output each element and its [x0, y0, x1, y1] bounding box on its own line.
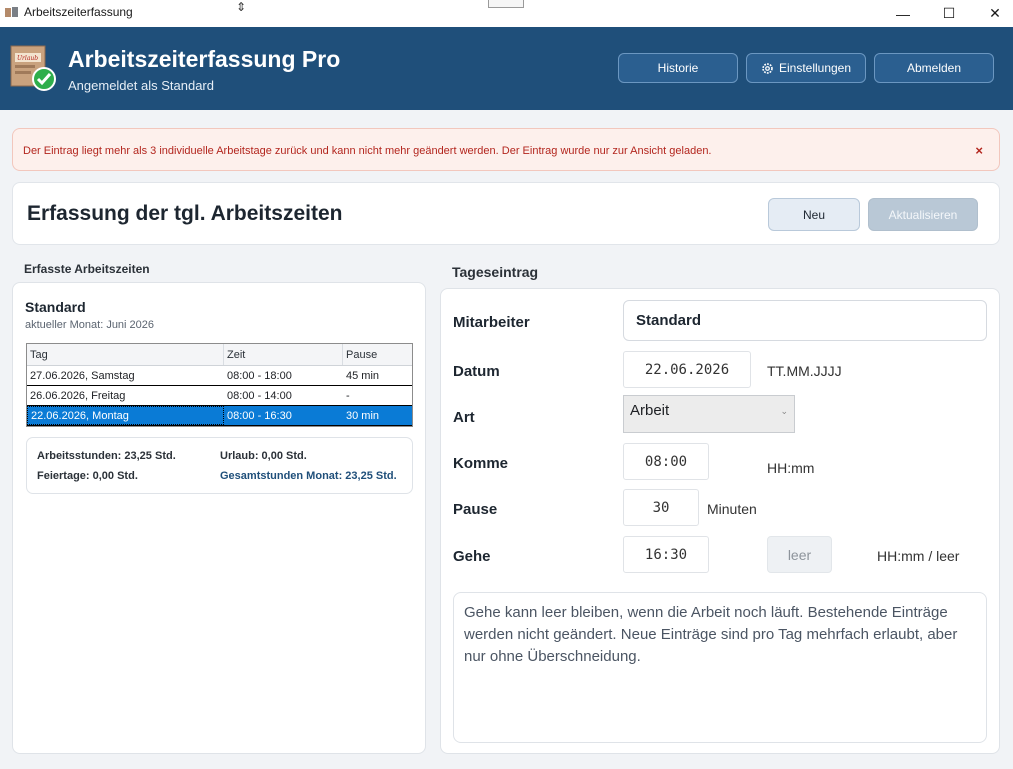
window-title: Arbeitszeiterfassung — [24, 5, 133, 19]
arrive-format-hint: HH:mm — [767, 460, 815, 476]
date-label: Datum — [453, 363, 500, 380]
cell-day: 22.06.2026, Montag — [27, 406, 224, 425]
pause-minutes-field[interactable]: 30 — [623, 489, 699, 526]
pause-label: Pause — [453, 501, 498, 518]
window-titlebar: Arbeitszeiterfassung ⇕ — ☐ ✕ — [0, 0, 1013, 27]
mouse-cursor-icon: ⇕ — [236, 0, 247, 14]
history-button[interactable]: Historie — [618, 53, 738, 83]
table-row-selected[interactable]: 22.06.2026, Montag 08:00 - 16:30 30 min — [27, 406, 412, 426]
minimize-button[interactable]: — — [880, 0, 926, 27]
employee-field[interactable]: Standard — [623, 300, 987, 341]
cell-day: 27.06.2026, Samstag — [30, 369, 135, 382]
column-header-time[interactable]: Zeit — [224, 344, 343, 365]
work-hours-total: Arbeitsstunden: 23,25 Std. — [37, 450, 176, 462]
app-icon — [5, 7, 18, 17]
drag-handle[interactable] — [488, 0, 524, 8]
update-button[interactable]: Aktualisieren — [868, 198, 978, 231]
close-window-button[interactable]: ✕ — [972, 0, 1013, 27]
leave-time-field[interactable]: 16:30 — [623, 536, 709, 573]
time-entries-table: Tag Zeit Pause 27.06.2026, Samstag 08:00… — [26, 343, 413, 427]
section-header-card: Erfassung der tgl. Arbeitszeiten Neu Akt… — [12, 182, 1000, 245]
day-entry-heading: Tageseintrag — [452, 264, 539, 280]
clear-leave-button[interactable]: leer — [767, 536, 832, 573]
date-format-hint: TT.MM.JJJJ — [767, 363, 842, 379]
history-button-label: Historie — [657, 61, 699, 75]
type-label: Art — [453, 409, 475, 426]
alert-message: Der Eintrag liegt mehr als 3 individuell… — [23, 145, 712, 157]
recorded-times-panel: Standard aktueller Monat: Juni 2026 Tag … — [12, 282, 426, 754]
app-logo-icon: Urlaub — [10, 45, 56, 91]
date-field[interactable]: 22.06.2026 — [623, 351, 751, 388]
warning-alert: Der Eintrag liegt mehr als 3 individuell… — [12, 128, 1000, 171]
app-header: Urlaub Arbeitszeiterfassung Pro Angemeld… — [0, 27, 1013, 110]
page-title: Erfassung der tgl. Arbeitszeiten — [27, 202, 343, 225]
chevron-down-icon: ⌄ — [780, 406, 788, 416]
summary-box: Arbeitsstunden: 23,25 Std. Urlaub: 0,00 … — [26, 437, 413, 494]
month-total-hours: Gesamtstunden Monat: 23,25 Std. — [220, 470, 397, 482]
svg-text:Urlaub: Urlaub — [17, 55, 38, 62]
cell-pause: 30 min — [346, 409, 380, 422]
table-row[interactable]: 27.06.2026, Samstag 08:00 - 18:00 45 min — [27, 366, 412, 386]
type-select[interactable]: Arbeit ⌄ — [623, 395, 795, 433]
logout-button-label: Abmelden — [906, 61, 962, 75]
cell-time: 08:00 - 16:30 — [227, 409, 292, 422]
logout-button[interactable]: Abmelden — [874, 53, 994, 83]
cell-day: 26.06.2026, Freitag — [30, 389, 126, 402]
pause-unit-hint: Minuten — [707, 501, 757, 517]
type-select-value: Arbeit — [630, 402, 670, 419]
cell-pause: 45 min — [346, 369, 380, 382]
cell-time: 08:00 - 14:00 — [227, 389, 292, 402]
arrive-time-field[interactable]: 08:00 — [623, 443, 709, 480]
app-title: Arbeitszeiterfassung Pro — [68, 46, 341, 72]
arrive-label: Komme — [453, 455, 509, 472]
settings-button[interactable]: Einstellungen — [746, 53, 866, 83]
leave-label: Gehe — [453, 548, 491, 565]
employee-label: Mitarbeiter — [453, 314, 530, 331]
maximize-button[interactable]: ☐ — [926, 0, 972, 27]
logged-in-user: Angemeldet als Standard — [68, 78, 214, 93]
table-row[interactable]: 26.06.2026, Freitag 08:00 - 14:00 - — [27, 386, 412, 406]
day-entry-panel: Mitarbeiter Standard Datum 22.06.2026 TT… — [440, 288, 1000, 754]
vacation-total: Urlaub: 0,00 Std. — [220, 450, 307, 462]
holidays-total: Feiertage: 0,00 Std. — [37, 470, 138, 482]
employee-name: Standard — [25, 299, 86, 315]
new-entry-button[interactable]: Neu — [768, 198, 860, 231]
alert-close-button[interactable]: × — [975, 143, 983, 158]
cell-time: 08:00 - 18:00 — [227, 369, 292, 382]
gear-icon — [762, 62, 773, 74]
info-text-box: Gehe kann leer bleiben, wenn die Arbeit … — [453, 592, 987, 743]
cell-pause: - — [346, 389, 350, 402]
table-header: Tag Zeit Pause — [27, 344, 412, 366]
recorded-times-heading: Erfasste Arbeitszeiten — [24, 262, 150, 276]
column-header-pause[interactable]: Pause — [343, 344, 412, 365]
column-header-day[interactable]: Tag — [27, 344, 224, 365]
leave-format-hint: HH:mm / leer — [877, 548, 960, 564]
current-month: aktueller Monat: Juni 2026 — [25, 319, 155, 331]
settings-button-label: Einstellungen — [778, 61, 852, 75]
